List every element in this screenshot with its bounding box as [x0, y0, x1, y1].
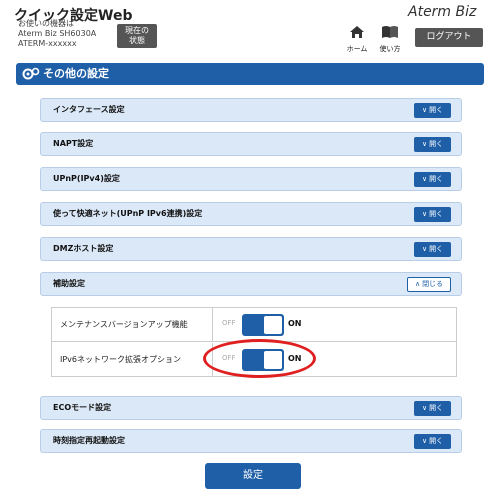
- section-aux-settings[interactable]: 補助設定 ∧ 閉じる: [40, 272, 462, 296]
- book-icon: [382, 26, 398, 38]
- logout-button[interactable]: ログアウト: [415, 28, 483, 47]
- open-button-label: 開く: [429, 210, 444, 218]
- section-label: DMZホスト設定: [53, 244, 114, 253]
- section-dmz-host[interactable]: DMZホスト設定 ∨ 開く: [40, 237, 462, 261]
- chevron-down-icon: ∨: [421, 437, 428, 445]
- section-scheduled-restart[interactable]: 時刻指定再起動設定 ∨ 開く: [40, 429, 462, 453]
- open-button-label: 開く: [429, 106, 444, 114]
- setting-row: メンテナンスバージョンアップ機能 OFF ON: [52, 308, 456, 342]
- status-button[interactable]: 現在の 状態: [117, 24, 157, 48]
- open-button-label: 開く: [429, 175, 444, 183]
- gear-icon: [22, 67, 40, 80]
- section-napt[interactable]: NAPT設定 ∨ 開く: [40, 132, 462, 156]
- guide-button[interactable]: 使い方: [376, 24, 404, 54]
- section-label: ECOモード設定: [53, 403, 112, 412]
- setting-label: IPv6ネットワーク拡張オプション: [60, 355, 182, 364]
- section-label: インタフェース設定: [53, 105, 125, 114]
- open-button-label: 開く: [429, 404, 444, 412]
- open-button-label: 開く: [429, 437, 444, 445]
- home-button[interactable]: ホーム: [345, 24, 369, 54]
- toggle-knob[interactable]: [264, 316, 282, 334]
- setting-label: メンテナンスバージョンアップ機能: [60, 320, 188, 329]
- highlight-ellipse: [203, 339, 316, 378]
- toggle-track[interactable]: [242, 314, 284, 336]
- chevron-down-icon: ∨: [421, 245, 428, 253]
- open-button[interactable]: ∨ 開く: [414, 242, 451, 257]
- section-eco-mode[interactable]: ECOモード設定 ∨ 開く: [40, 396, 462, 420]
- chevron-down-icon: ∨: [421, 175, 428, 183]
- section-upnp-ipv6[interactable]: 使って快適ネット(UPnP IPv6連携)設定 ∨ 開く: [40, 202, 462, 226]
- chevron-up-icon: ∧: [414, 280, 421, 288]
- open-button[interactable]: ∨ 開く: [414, 401, 451, 416]
- section-interface[interactable]: インタフェース設定 ∨ 開く: [40, 98, 462, 122]
- section-label: 使って快適ネット(UPnP IPv6連携)設定: [53, 209, 203, 218]
- page-title: その他の設定: [43, 67, 109, 80]
- chevron-down-icon: ∨: [421, 210, 428, 218]
- device-caption: お使いの機器は: [18, 19, 74, 28]
- guide-label: 使い方: [379, 45, 401, 53]
- header: クイック設定Web お使いの機器は Aterm Biz SH6030A ATER…: [0, 0, 500, 54]
- section-label: 時刻指定再起動設定: [53, 436, 125, 445]
- open-button[interactable]: ∨ 開く: [414, 137, 451, 152]
- section-upnp-ipv4[interactable]: UPnP(IPv4)設定 ∨ 開く: [40, 167, 462, 191]
- open-button[interactable]: ∨ 開く: [414, 103, 451, 118]
- brand-logo: Aterm Biz: [408, 4, 477, 20]
- close-button-label: 閉じる: [422, 280, 444, 288]
- page-title-bar: その他の設定: [16, 63, 484, 85]
- chevron-down-icon: ∨: [421, 404, 428, 412]
- device-name: ATERM-xxxxxx: [18, 39, 77, 48]
- home-icon: [350, 26, 364, 38]
- toggle-on-label: ON: [288, 319, 302, 328]
- section-label: NAPT設定: [53, 139, 94, 148]
- submit-button[interactable]: 設定: [205, 463, 301, 489]
- device-model: Aterm Biz SH6030A: [18, 29, 97, 38]
- section-label: 補助設定: [53, 279, 85, 288]
- home-label: ホーム: [346, 45, 368, 53]
- status-button-label: 現在の 状態: [125, 26, 149, 45]
- section-label: UPnP(IPv4)設定: [53, 174, 120, 183]
- chevron-down-icon: ∨: [421, 140, 428, 148]
- toggle-off-label: OFF: [222, 319, 236, 327]
- chevron-down-icon: ∨: [421, 106, 428, 114]
- open-button-label: 開く: [429, 245, 444, 253]
- divider: [212, 308, 213, 342]
- open-button-label: 開く: [429, 140, 444, 148]
- open-button[interactable]: ∨ 開く: [414, 172, 451, 187]
- open-button[interactable]: ∨ 開く: [414, 434, 451, 449]
- open-button[interactable]: ∨ 開く: [414, 207, 451, 222]
- close-button[interactable]: ∧ 閉じる: [407, 277, 451, 292]
